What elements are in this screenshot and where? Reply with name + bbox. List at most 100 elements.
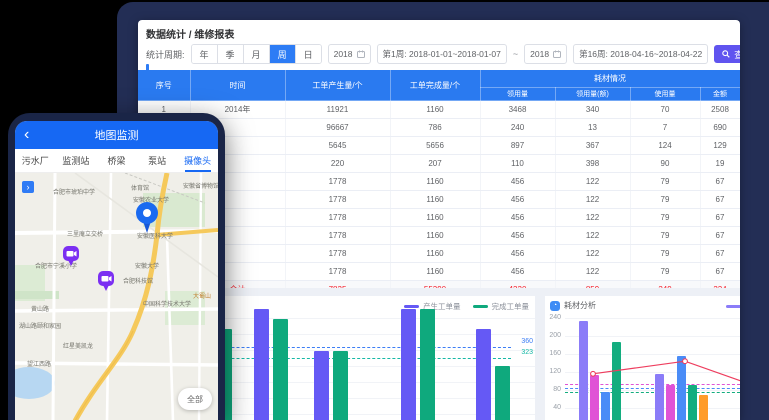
period-option-年[interactable]: 年 (192, 45, 217, 63)
group-header: 耗材情况 (480, 70, 740, 88)
map-label: 大蜀山 (193, 291, 211, 300)
gridline (565, 354, 740, 355)
phone-tab-摄像头[interactable]: 摄像头 (177, 149, 218, 172)
back-button[interactable]: ‹ (24, 123, 29, 147)
table-row[interactable]: 177811604561227967 (138, 209, 740, 227)
bar[interactable] (655, 374, 664, 420)
bar-完成工单量[interactable] (420, 309, 435, 420)
map-label: 合肥市琥珀中学 (53, 187, 95, 196)
year-to-select[interactable]: 2018 (524, 44, 567, 64)
bar[interactable] (612, 342, 621, 420)
phone-tab-桥梁[interactable]: 桥梁 (96, 149, 137, 172)
chart-title: ◔耗材分析 (550, 300, 596, 311)
bar-产生工单量[interactable] (476, 329, 491, 420)
bar-完成工单量[interactable] (333, 351, 348, 420)
table-row[interactable]: 177811604561227967 (138, 227, 740, 245)
map-label: 安徽农业大学 (133, 195, 169, 204)
table-row[interactable]: 12014年1192111603468340702508 (138, 101, 740, 119)
page: { "desktop": { "breadcrumb": "数据统计 / 维修报… (0, 0, 769, 420)
phone-title: 地图监测 (95, 127, 139, 143)
trend-line (545, 296, 740, 420)
week-to-input[interactable]: 第16周: 2018-04-16~2018-04-22 (573, 44, 708, 64)
table-row[interactable]: 96667786240137690 (138, 119, 740, 137)
col-header: 工单产生量/个 (285, 70, 390, 101)
bar[interactable] (590, 375, 599, 420)
calendar-icon (553, 50, 561, 58)
map-label: 红星美凯龙 (63, 341, 93, 350)
map-label: 安徽大学 (135, 261, 159, 270)
map-label: 合肥科技馆 (123, 276, 153, 285)
bar-完成工单量[interactable] (273, 319, 288, 420)
period-option-周[interactable]: 周 (269, 45, 295, 63)
reference-line-label: 323 (521, 349, 533, 356)
bar[interactable] (666, 385, 675, 420)
phone-tab-污水厂[interactable]: 污水厂 (15, 149, 56, 172)
bar-产生工单量[interactable] (314, 351, 329, 420)
map-expand-button[interactable]: › (22, 181, 34, 193)
col-header: 工单完成量/个 (390, 70, 480, 101)
y-axis-tick: 40 (545, 404, 561, 411)
period-option-月[interactable]: 月 (243, 45, 269, 63)
period-option-日[interactable]: 日 (295, 45, 321, 63)
map-view[interactable]: › 全部 合肥市琥珀中学体育馆安徽农业大学安徽省博物馆三里庵立交桥安徽医科大学合… (15, 173, 218, 420)
table-row[interactable]: 2202071103989019 (138, 155, 740, 173)
search-icon (722, 50, 730, 58)
y-axis-tick: 240 (545, 314, 561, 321)
table-row[interactable]: 177811604561227967 (138, 263, 740, 281)
chart-divider (535, 296, 545, 420)
sub-col-header: 金额 (700, 88, 740, 101)
table-row[interactable]: 177811604561227967 (138, 191, 740, 209)
section-divider (138, 288, 740, 296)
table-row[interactable]: 56455656897367124129 (138, 137, 740, 155)
legend-item: 完成工单量 (473, 301, 530, 312)
map-label: 黄山路 (31, 304, 49, 313)
period-option-季[interactable]: 季 (217, 45, 243, 63)
report-card: 数据统计 / 维修报表 统计周期: 年季月周日 2018 第1周: 2018-0… (138, 20, 740, 420)
map-label: 三里庵立交桥 (67, 229, 103, 238)
year-from-select[interactable]: 2018 (328, 44, 371, 64)
range-separator: ~ (513, 49, 518, 59)
bar[interactable] (579, 321, 588, 420)
map-label: 安徽省博物馆 (183, 181, 218, 190)
map-basemap (15, 173, 218, 420)
col-header: 时间 (190, 70, 285, 101)
phone-screen: ‹ 地图监测 污水厂监测站桥梁泵站摄像头 (15, 121, 218, 420)
bar-产生工单量[interactable] (254, 309, 269, 420)
breadcrumb-text: 数据统计 / 维修报表 (146, 26, 234, 41)
map-label: 体育馆 (131, 183, 149, 192)
report-table: 序号时间工单产生量/个工单完成量/个耗材情况领用量领用量(额)使用量金额1201… (138, 70, 740, 317)
gridline (565, 372, 740, 373)
bar-产生工单量[interactable] (401, 309, 416, 420)
phone-tab-监测站[interactable]: 监测站 (56, 149, 97, 172)
phone-tab-泵站[interactable]: 泵站 (137, 149, 178, 172)
legend-swatch (404, 305, 419, 308)
map-label: 望江西路 (27, 359, 51, 368)
bar[interactable] (688, 385, 697, 420)
week-from-input[interactable]: 第1周: 2018-01-01~2018-01-07 (377, 44, 507, 64)
bar[interactable] (677, 356, 686, 420)
camera-marker-icon[interactable] (62, 245, 80, 269)
camera-marker-icon[interactable] (97, 270, 115, 294)
table-row[interactable]: 177811604561227967 (138, 245, 740, 263)
chart-title-icon: ◔ (550, 301, 560, 311)
y-axis-tick: 80 (545, 386, 561, 393)
table-row[interactable]: 177811604561227967 (138, 173, 740, 191)
phone-mockup: ‹ 地图监测 污水厂监测站桥梁泵站摄像头 (8, 113, 225, 420)
y-axis-tick: 120 (545, 368, 561, 375)
y-axis-tick: 200 (545, 332, 561, 339)
y-axis-tick: 160 (545, 350, 561, 357)
legend-swatch (473, 305, 488, 308)
bar[interactable] (601, 392, 610, 420)
consumable-analysis-chart: ◔耗材分析 240 200 160 120 80 40 (545, 296, 740, 420)
bar[interactable] (699, 395, 708, 420)
calendar-icon (357, 50, 365, 58)
filter-bar: 统计周期: 年季月周日 2018 第1周: 2018-01-01~2018-01… (146, 44, 740, 64)
map-all-filter-button[interactable]: 全部 (178, 388, 212, 410)
query-button[interactable]: 查询 (714, 45, 740, 63)
sub-col-header: 领用量 (480, 88, 555, 101)
map-label: 湖山路颐和家园 (19, 321, 61, 330)
phone-header: ‹ 地图监测 (15, 121, 218, 149)
sub-col-header: 使用量 (630, 88, 700, 101)
phone-tab-bar: 污水厂监测站桥梁泵站摄像头 (15, 149, 218, 173)
bar-完成工单量[interactable] (495, 366, 510, 420)
